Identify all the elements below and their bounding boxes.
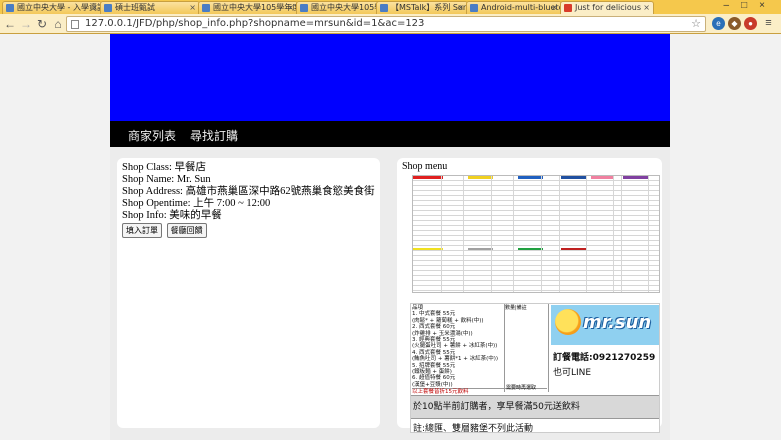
close-icon[interactable]: × — [189, 2, 196, 13]
url-text: 127.0.0.1/JFD/php/shop_info.php?shopname… — [85, 18, 425, 29]
nav-item-shop-list[interactable]: 商家列表 — [128, 127, 176, 144]
browser-tab-bar: 國立中央大學 - 入學資訊× 碩士班甄試× 國立中央大學105學年度研...× … — [0, 0, 781, 14]
extension-icon[interactable]: ◆ — [728, 17, 741, 30]
menu-grid-row — [413, 200, 659, 201]
favicon-icon — [6, 4, 14, 12]
site-banner — [110, 34, 670, 121]
favicon-icon — [380, 4, 388, 12]
menu-grid-row — [413, 190, 659, 191]
favicon-icon — [202, 4, 210, 12]
menu-grid-row — [413, 210, 659, 211]
page-icon — [71, 20, 79, 29]
menu-grid-row — [413, 240, 659, 241]
shop-info: Shop Info: 美味的早餐 — [122, 210, 222, 221]
menu-grid-col — [621, 176, 622, 292]
promo-note: 註:總匯、雙層豬堡不列此活動 — [413, 424, 534, 433]
menu-grid-row — [413, 195, 659, 196]
line-contact: 也可LINE — [553, 368, 592, 378]
menu-grid-row — [413, 250, 659, 251]
address-bar[interactable]: 127.0.0.1/JFD/php/shop_info.php?shopname… — [66, 16, 706, 32]
menu-category-bar — [561, 176, 586, 179]
menu-grid-col — [463, 176, 464, 292]
menu-grid-row — [413, 265, 659, 266]
menu-grid-col — [491, 176, 492, 292]
menu-grid-col — [586, 176, 587, 292]
menu-grid-col — [513, 176, 514, 292]
menu-grid-row — [413, 225, 659, 226]
browser-toolbar: ← → ↻ ⌂ 127.0.0.1/JFD/php/shop_info.php?… — [0, 14, 781, 34]
menu-grid-row — [413, 205, 659, 206]
close-icon[interactable]: × — [91, 2, 98, 13]
menu-grid-row — [413, 230, 659, 231]
hamburger-icon[interactable]: ≡ — [762, 17, 775, 30]
menu-table-image — [412, 175, 660, 293]
favicon-icon — [300, 4, 308, 12]
menu-grid-row — [413, 215, 659, 216]
window-controls[interactable]: –□× — [711, 0, 781, 14]
menu-grid-row — [413, 185, 659, 186]
menu-grid-col — [613, 176, 614, 292]
close-icon[interactable]: × — [551, 2, 558, 13]
shop-class: Shop Class: 早餐店 — [122, 162, 207, 173]
arrow-left-icon[interactable]: ← — [2, 16, 18, 32]
feedback-button[interactable]: 餐廳回饋 — [166, 223, 207, 238]
menu-grid-row — [413, 220, 659, 221]
menu-grid-col — [541, 176, 542, 292]
home-icon[interactable]: ⌂ — [50, 16, 66, 32]
menu-grid-row — [413, 245, 659, 246]
extension-icon[interactable]: ● — [744, 17, 757, 30]
menu-grid-row — [413, 290, 659, 291]
close-icon[interactable]: × — [643, 2, 650, 13]
menu-grid-col — [648, 176, 649, 292]
extension-icon[interactable]: e — [712, 17, 725, 30]
shop-address: Shop Address: 高雄市燕巢區深中路62號燕巢食慾美食街 — [122, 186, 375, 197]
shop-info-card: Shop Class: 早餐店 Shop Name: Mr. Sun Shop … — [117, 158, 380, 428]
star-icon[interactable]: ☆ — [691, 17, 701, 31]
favicon-icon — [470, 4, 478, 12]
reload-icon[interactable]: ↻ — [34, 16, 50, 32]
menu-grid-row — [413, 255, 659, 256]
menu-grid-row — [413, 275, 659, 276]
menu-grid-row — [413, 285, 659, 286]
menu-grid-row — [413, 270, 659, 271]
flyer-qty-column: 數量|備註 需要時再選取 — [504, 304, 549, 392]
browser-tab[interactable]: 【MSTalk】系列 Sona...× — [376, 1, 468, 14]
site-nav: 商家列表 尋找訂購 — [110, 121, 670, 147]
menu-category-bar — [591, 176, 613, 179]
menu-category-bar — [518, 176, 543, 179]
menu-grid-row — [413, 235, 659, 236]
nav-item-find-order[interactable]: 尋找訂購 — [190, 127, 238, 144]
menu-category-bar — [413, 176, 443, 179]
menu-grid-col — [559, 176, 560, 292]
browser-tab[interactable]: 國立中央大學105學年度研...× — [198, 1, 298, 14]
browser-tab[interactable]: 國立中央大學 - 入學資訊 × — [2, 1, 102, 14]
promo-banner: 於10點半前訂購者，享早餐滿50元送飲料 — [411, 395, 659, 419]
shop-opentime: Shop Opentime: 上午 7:00 ~ 12:00 — [122, 198, 271, 209]
favicon-icon — [104, 4, 112, 12]
menu-grid-row — [413, 280, 659, 281]
menu-flyer-image: 品項 1. 中式套餐 55元 (肉鬆* + 蘿蔔糕 + 飲料(中)) 2. 西式… — [410, 303, 660, 433]
mr-sun-logo: mr.sun — [551, 305, 659, 345]
sun-icon — [555, 309, 581, 335]
order-button[interactable]: 填入訂單 — [122, 223, 162, 238]
menu-category-bar — [623, 176, 648, 179]
arrow-right-icon[interactable]: → — [18, 16, 34, 32]
menu-grid-row — [413, 180, 659, 181]
shop-name: Shop Name: Mr. Sun — [122, 174, 211, 185]
menu-title: Shop menu — [402, 161, 448, 172]
favicon-icon — [564, 4, 572, 12]
close-icon[interactable]: × — [287, 2, 294, 13]
menu-category-bar — [468, 176, 493, 179]
order-phone: 訂餐電話:0921270259 — [553, 353, 656, 363]
close-icon[interactable]: × — [457, 2, 464, 13]
browser-tab[interactable]: Android-multi-bluetooth...× — [466, 1, 562, 14]
menu-grid-row — [413, 260, 659, 261]
browser-tab[interactable]: 碩士班甄試 × — [100, 1, 200, 14]
browser-tab-active[interactable]: Just for delicious × — [560, 1, 654, 14]
menu-grid-col — [441, 176, 442, 292]
